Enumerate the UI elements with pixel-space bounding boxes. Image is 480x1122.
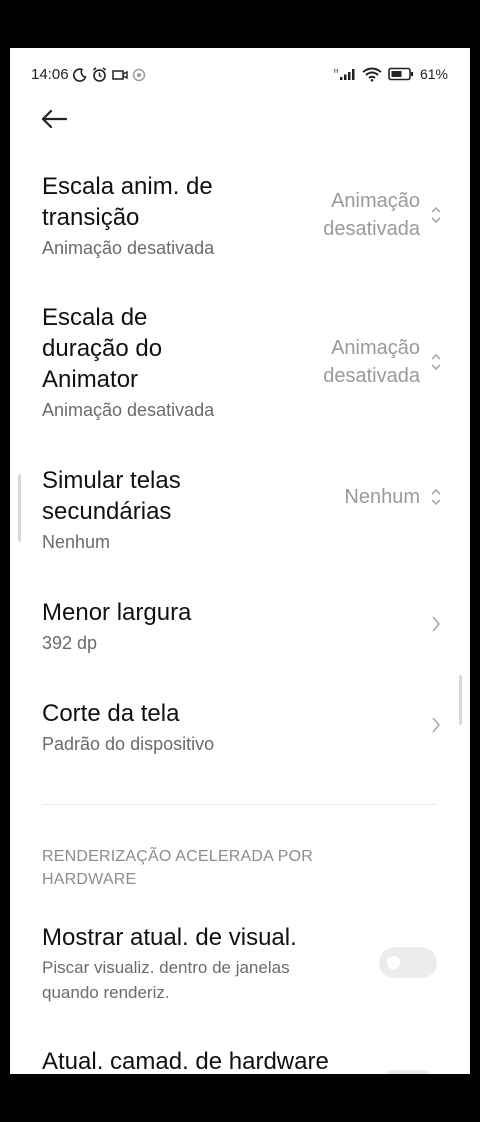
section-header-hardware-rendering: RENDERIZAÇÃO ACELERADA POR HARDWARE	[42, 848, 314, 888]
setting-subtitle: Animação desativada	[42, 400, 215, 420]
battery-icon	[388, 67, 414, 81]
screen-record-icon	[111, 69, 128, 81]
setting-value	[430, 714, 442, 736]
setting-simulate-secondary-displays[interactable]: Simular telas secundárias Nenhum Nenhum	[42, 465, 442, 555]
setting-value: Animação desativada	[323, 187, 442, 243]
hardware-layer-updates-toggle[interactable]	[379, 1070, 437, 1074]
setting-transition-animation-scale[interactable]: Escala anim. de transição Animação desat…	[42, 171, 442, 261]
setting-value	[430, 613, 442, 635]
setting-hardware-layer-updates[interactable]: Atual. camad. de hardware	[42, 1046, 442, 1074]
scroll-indicator-left	[18, 474, 21, 542]
setting-value: Animação desativada	[323, 334, 442, 390]
setting-title: Mostrar atual. de visual.	[42, 924, 297, 951]
settings-screen: 14:06 H 61% Escala anim. de transição An…	[10, 48, 470, 1074]
toggle-knob	[387, 956, 400, 969]
svg-text:H: H	[334, 69, 338, 75]
alarm-icon	[91, 66, 108, 83]
status-time: 14:06	[31, 66, 69, 83]
setting-subtitle: Nenhum	[42, 532, 111, 552]
status-bar: 14:06 H 61%	[10, 48, 470, 102]
chevron-up-down-icon	[430, 486, 442, 508]
signal-icon: H	[334, 67, 356, 81]
setting-value: Nenhum	[344, 483, 442, 511]
setting-subtitle: Padrão do dispositivo	[42, 734, 215, 754]
setting-smallest-width[interactable]: Menor largura 392 dp	[42, 597, 442, 656]
setting-display-cutout[interactable]: Corte da tela Padrão do dispositivo	[42, 698, 442, 757]
chevron-right-icon	[430, 714, 442, 736]
setting-title: Menor largura	[42, 599, 192, 626]
show-view-updates-toggle[interactable]	[379, 947, 437, 978]
moon-icon	[72, 67, 87, 82]
setting-title: Corte da tela	[42, 700, 180, 727]
scrollbar[interactable]	[459, 675, 462, 725]
chevron-up-down-icon	[430, 204, 442, 226]
chevron-up-down-icon	[430, 351, 442, 373]
setting-subtitle: 392 dp	[42, 633, 98, 653]
section-divider	[42, 804, 437, 805]
chevron-right-icon	[430, 613, 442, 635]
hotspot-icon	[132, 68, 146, 82]
battery-percent: 61%	[419, 66, 448, 82]
back-button[interactable]	[40, 106, 72, 136]
wifi-icon	[362, 67, 382, 82]
setting-title: Atual. camad. de hardware	[42, 1048, 329, 1074]
setting-animator-duration-scale[interactable]: Escala de duração do Animator Animação d…	[42, 302, 442, 423]
arrow-left-icon	[40, 109, 68, 134]
